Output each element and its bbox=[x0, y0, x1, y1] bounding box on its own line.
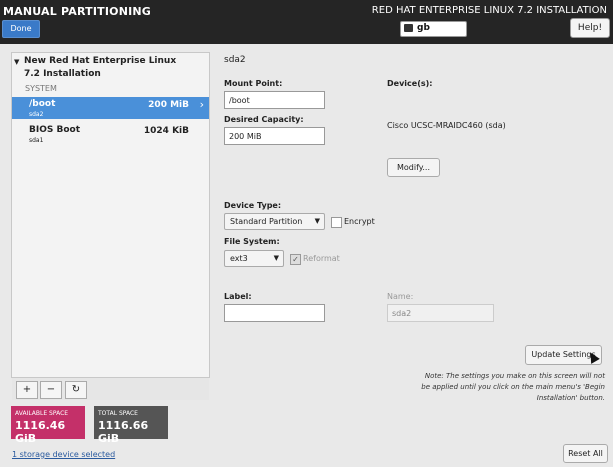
available-space-label: AVAILABLE SPACE bbox=[15, 410, 69, 417]
add-partition-button[interactable]: + bbox=[16, 381, 38, 399]
device-type-label: Device Type: bbox=[224, 201, 282, 210]
partition-device: sda2 bbox=[29, 111, 44, 118]
file-system-select[interactable]: ext3 ▼ bbox=[224, 250, 284, 267]
dropdown-arrow-icon: ▼ bbox=[273, 254, 279, 262]
desired-capacity-input[interactable]: 200 MiB bbox=[224, 127, 325, 145]
partition-detail-title: sda2 bbox=[224, 55, 246, 65]
installation-group-title: New Red Hat Enterprise Linux 7.2 Install… bbox=[24, 56, 177, 79]
modify-button[interactable]: Modify... bbox=[387, 158, 440, 177]
keyboard-layout-indicator[interactable]: gb bbox=[400, 21, 467, 37]
mount-point-label: Mount Point: bbox=[224, 79, 283, 88]
total-space-value: 1116.66 GiB bbox=[98, 419, 149, 445]
encrypt-label: Encrypt bbox=[344, 217, 375, 226]
partition-size: 200 MiB bbox=[148, 100, 189, 110]
refresh-icon[interactable]: ↻ bbox=[65, 381, 87, 399]
partition-toolbar: + − ↻ bbox=[12, 377, 209, 400]
chevron-right-icon: › bbox=[199, 98, 204, 111]
reformat-label: Reformat bbox=[303, 254, 340, 263]
partition-name: /boot bbox=[29, 99, 56, 109]
partition-item-boot[interactable]: /boot sda2 200 MiB › bbox=[12, 97, 209, 119]
available-space-value: 1116.46 GiB bbox=[15, 419, 66, 445]
storage-devices-link[interactable]: 1 storage device selected bbox=[12, 450, 115, 459]
done-button[interactable]: Done bbox=[2, 20, 40, 38]
total-space-label: TOTAL SPACE bbox=[98, 410, 138, 417]
label-field-label: Label: bbox=[224, 292, 252, 301]
keyboard-layout-label: gb bbox=[417, 23, 430, 33]
devices-label: Device(s): bbox=[387, 79, 433, 88]
device-type-value: Standard Partition bbox=[230, 217, 303, 226]
partition-size: 1024 KiB bbox=[143, 126, 189, 136]
expander-triangle-icon[interactable]: ▼ bbox=[14, 56, 19, 69]
name-field-label: Name: bbox=[387, 292, 414, 301]
product-title: RED HAT ENTERPRISE LINUX 7.2 INSTALLATIO… bbox=[371, 5, 607, 16]
file-system-label: File System: bbox=[224, 237, 280, 246]
settings-note: Note: The settings you make on this scre… bbox=[421, 372, 605, 402]
desired-capacity-label: Desired Capacity: bbox=[224, 115, 304, 124]
mount-point-input[interactable]: /boot bbox=[224, 91, 325, 109]
encrypt-checkbox[interactable] bbox=[331, 217, 342, 228]
available-space-box: AVAILABLE SPACE 1116.46 GiB bbox=[11, 406, 85, 445]
header-bar: MANUAL PARTITIONING RED HAT ENTERPRISE L… bbox=[0, 0, 613, 44]
total-space-box: TOTAL SPACE 1116.66 GiB bbox=[94, 406, 168, 445]
partition-device: sda1 bbox=[29, 137, 44, 144]
partition-name: BIOS Boot bbox=[29, 125, 81, 135]
dropdown-arrow-icon: ▼ bbox=[314, 217, 320, 225]
label-input[interactable] bbox=[224, 304, 325, 322]
remove-partition-button[interactable]: − bbox=[40, 381, 62, 399]
file-system-value: ext3 bbox=[230, 254, 248, 263]
name-input[interactable]: sda2 bbox=[387, 304, 494, 322]
page-title: MANUAL PARTITIONING bbox=[3, 5, 152, 18]
reset-all-button[interactable]: Reset All bbox=[563, 444, 608, 463]
partition-item-bios-boot[interactable]: BIOS Boot sda1 1024 KiB bbox=[12, 123, 209, 145]
partition-list-panel: ▼ New Red Hat Enterprise Linux 7.2 Insta… bbox=[11, 52, 210, 400]
help-button[interactable]: Help! bbox=[570, 18, 610, 38]
reformat-checkbox[interactable]: ✓ bbox=[290, 254, 301, 265]
device-name: Cisco UCSC-MRAIDC460 (sda) bbox=[387, 121, 506, 130]
device-type-select[interactable]: Standard Partition ▼ bbox=[224, 213, 325, 230]
keyboard-icon bbox=[404, 24, 413, 32]
system-section-label: SYSTEM bbox=[25, 84, 57, 93]
